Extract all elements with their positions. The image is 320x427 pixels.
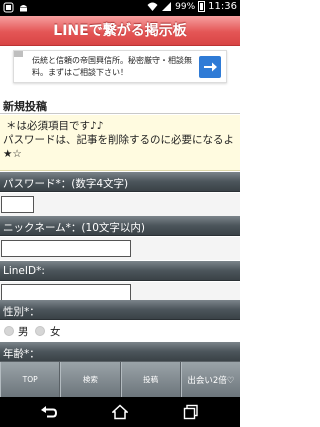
tab-search[interactable]: 検索: [60, 362, 121, 397]
tab-double-encounter[interactable]: 出会い2倍♡: [180, 362, 240, 397]
age-label: 年齢*：: [0, 342, 240, 362]
battery-percent: 99%: [175, 1, 196, 12]
password-label: パスワード*：(数字4文字): [0, 172, 240, 192]
android-robot-icon: [18, 2, 29, 13]
gender-female-radio[interactable]: [35, 326, 45, 336]
lineid-input[interactable]: [1, 284, 131, 301]
nickname-input[interactable]: [1, 240, 131, 257]
signal-icon: [161, 1, 172, 12]
recent-apps-icon[interactable]: [183, 404, 199, 420]
tab-post[interactable]: 投稿: [120, 362, 181, 397]
section-title: 新規投稿: [0, 94, 240, 114]
status-bar: 99% 11:36: [0, 0, 240, 16]
gender-label: 性別*：: [0, 300, 240, 320]
wifi-icon: [147, 1, 158, 12]
clock: 11:36: [208, 1, 237, 12]
nickname-label: ニックネーム*：(10文字以内): [0, 216, 240, 236]
home-icon[interactable]: [111, 404, 129, 420]
app-notification-icon: [3, 2, 14, 13]
tab-top[interactable]: TOP: [0, 362, 61, 397]
ad-marker: [14, 51, 23, 57]
gender-male-label: 男: [18, 326, 29, 338]
gender-female-label: 女: [50, 326, 61, 338]
gender-options: 男 女: [0, 320, 240, 342]
lineid-label: LineID*:: [0, 261, 240, 281]
ad-banner[interactable]: 伝統と信頼の帝国興信所。秘密厳守・相談無料。まずはご相談下さい！: [13, 50, 227, 83]
system-nav-bar: [0, 397, 240, 427]
gender-male-radio[interactable]: [4, 326, 14, 336]
password-input[interactable]: [1, 196, 34, 213]
nickname-field-area: [0, 237, 240, 260]
page-title: LINEで繋がる掲示板: [0, 16, 240, 46]
password-note: パスワードは、記事を削除するのに必要になるよ★☆: [3, 134, 234, 160]
required-fields-note: ＊は必須項目です♪♪: [6, 120, 104, 132]
bottom-tab-bar: TOP 検索 投稿 出会い2倍♡: [0, 361, 240, 397]
back-icon[interactable]: [40, 404, 57, 420]
password-field-area: [0, 193, 240, 216]
arrow-right-icon: [204, 62, 217, 72]
lineid-field-area: [0, 282, 240, 301]
ad-text: 伝統と信頼の帝国興信所。秘密厳守・相談無料。まずはご相談下さい！: [32, 56, 192, 77]
battery-icon: [198, 1, 206, 12]
ad-go-button[interactable]: [199, 56, 221, 78]
required-notice: ＊は必須項目です♪♪ パスワードは、記事を削除するのに必要になるよ★☆: [0, 115, 240, 171]
